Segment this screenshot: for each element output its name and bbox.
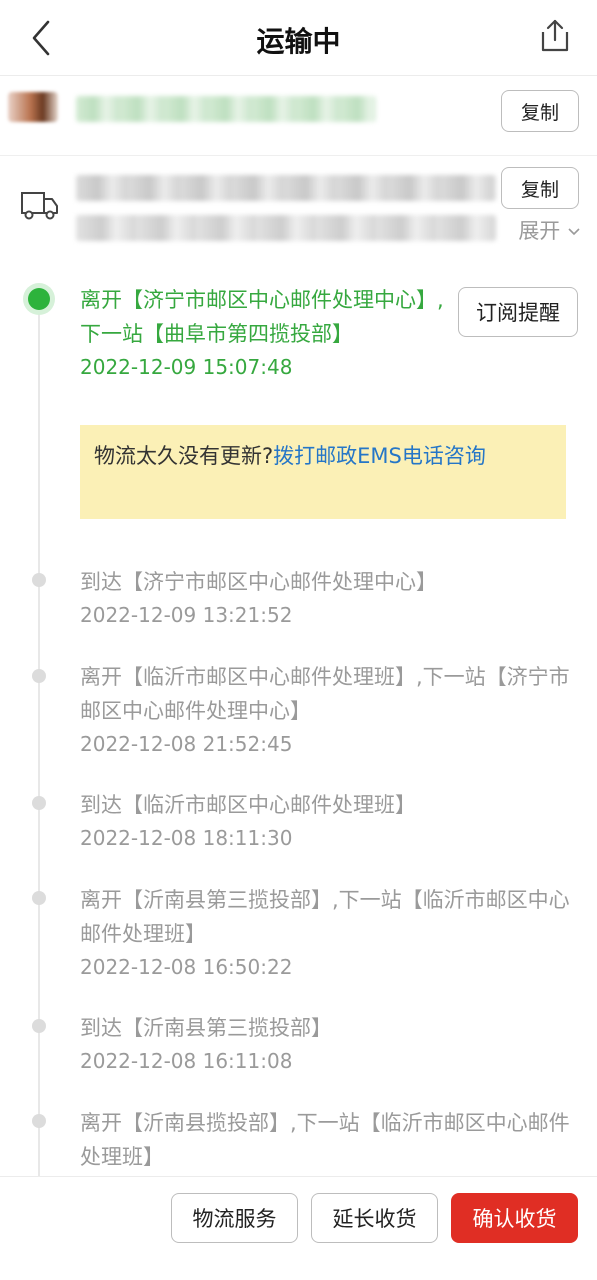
extend-receipt-button[interactable]: 延长收货	[311, 1193, 438, 1243]
event-text: 离开【济宁市邮区中心邮件处理中心】,下一站【曲阜市第四揽投部】	[80, 288, 444, 346]
logistics-service-button[interactable]: 物流服务	[171, 1193, 298, 1243]
chevron-down-icon	[568, 228, 580, 236]
event-time: 2022-12-08 16:11:08	[80, 1049, 293, 1073]
top-nav-bar: 运输中	[0, 0, 597, 76]
event-time: 2022-12-08 21:52:45	[80, 732, 293, 756]
event-text: 离开【沂南县揽投部】,下一站【临沂市邮区中心邮件处理班】	[80, 1111, 570, 1169]
copy-address-button[interactable]: 复制	[501, 167, 579, 209]
event-text: 到达【济宁市邮区中心邮件处理中心】	[80, 570, 437, 594]
event-text: 到达【沂南县第三揽投部】	[80, 1016, 332, 1040]
page-title: 运输中	[256, 25, 341, 58]
tracking-event: 到达【济宁市邮区中心邮件处理中心】 2022-12-09 13:21:52	[80, 565, 580, 631]
redacted-address-line1	[76, 175, 496, 201]
tracking-event: 到达【临沂市邮区中心邮件处理班】 2022-12-08 18:11:30	[80, 788, 580, 854]
timeline-dot	[32, 891, 46, 905]
event-text: 到达【临沂市邮区中心邮件处理班】	[80, 793, 416, 817]
subscribe-alert-button[interactable]: 订阅提醒	[458, 287, 578, 337]
tracking-event: 离开【临沂市邮区中心邮件处理班】,下一站【济宁市邮区中心邮件处理中心】 2022…	[80, 660, 580, 760]
event-text: 离开【沂南县第三揽投部】,下一站【临沂市邮区中心邮件处理班】	[80, 888, 570, 946]
redacted-address-line2	[76, 215, 496, 241]
receiver-info-row: 复制	[0, 76, 597, 156]
timeline-dot	[32, 573, 46, 587]
timeline-dot	[32, 796, 46, 810]
copy-receiver-button[interactable]: 复制	[501, 90, 579, 132]
notice-text: 物流太久没有更新?	[94, 444, 274, 468]
share-button[interactable]	[539, 18, 571, 54]
truck-icon	[21, 192, 58, 220]
event-time: 2022-12-08 16:50:22	[80, 955, 293, 979]
address-info-row: 复制 展开	[0, 157, 597, 261]
redacted-receiver-info	[76, 96, 376, 122]
event-time: 2022-12-09 15:07:48	[80, 355, 293, 379]
bottom-action-bar: 物流服务 延长收货 确认收货	[0, 1176, 597, 1280]
update-notice: 物流太久没有更新?拨打邮政EMS电话咨询	[80, 425, 566, 519]
timeline-dot	[32, 1114, 46, 1128]
tracking-event: 到达【沂南县第三揽投部】 2022-12-08 16:11:08	[80, 1011, 580, 1077]
timeline-dot	[32, 669, 46, 683]
expand-label: 展开	[518, 219, 561, 243]
tracking-event: 离开【沂南县第三揽投部】,下一站【临沂市邮区中心邮件处理班】 2022-12-0…	[80, 883, 580, 983]
event-time: 2022-12-09 13:21:52	[80, 603, 293, 627]
call-ems-link[interactable]: 拨打邮政EMS电话咨询	[273, 444, 486, 468]
timeline-dot-active	[28, 288, 50, 310]
tracking-event: 离开【沂南县揽投部】,下一站【临沂市邮区中心邮件处理班】	[80, 1106, 580, 1174]
event-text: 离开【临沂市邮区中心邮件处理班】,下一站【济宁市邮区中心邮件处理中心】	[80, 665, 570, 723]
expand-address-toggle[interactable]: 展开	[518, 215, 581, 245]
confirm-receipt-button[interactable]: 确认收货	[451, 1193, 578, 1243]
event-time: 2022-12-08 18:11:30	[80, 826, 293, 850]
timeline-line	[38, 300, 40, 1180]
avatar	[8, 92, 58, 122]
share-icon	[541, 19, 569, 52]
timeline-dot	[32, 1019, 46, 1033]
